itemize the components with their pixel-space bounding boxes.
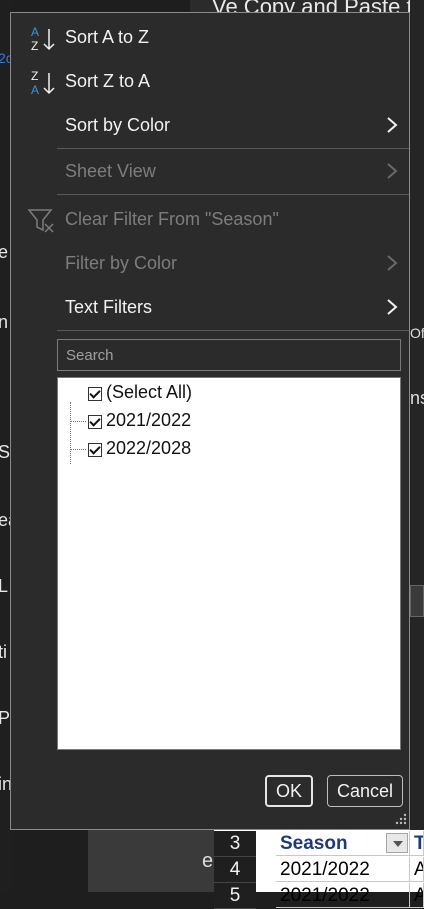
background-close-icon — [410, 585, 424, 617]
sort-z-to-a-label: Sort Z to A — [65, 71, 151, 91]
filter-dropdown-button[interactable] — [386, 833, 408, 853]
svg-text:Z: Z — [31, 69, 38, 83]
checkbox-checked[interactable] — [88, 415, 102, 429]
resize-grip-icon[interactable] — [395, 813, 407, 827]
chevron-right-icon — [387, 299, 398, 315]
background-text-fragment: e — [0, 242, 9, 262]
sort-a-to-z-label: Sort A to Z — [65, 27, 150, 47]
svg-text:A: A — [31, 83, 39, 97]
row-header: 5 — [214, 883, 256, 909]
tree-connector — [70, 421, 86, 422]
table-cell[interactable]: 2021/2022 — [276, 857, 410, 882]
sort-descending-icon: Z A — [31, 69, 55, 97]
row-header: 4 — [214, 857, 256, 883]
chevron-right-icon — [387, 255, 398, 271]
svg-text:Z: Z — [31, 39, 38, 53]
menu-separator — [57, 194, 409, 195]
filter-by-color-label: Filter by Color — [65, 253, 178, 273]
row-header: 3 — [214, 831, 256, 857]
tree-connector — [70, 449, 86, 450]
autofilter-menu: A Z Sort A to Z Z A Sort Z to A Sort by … — [10, 12, 410, 830]
clear-filter-item: Clear Filter From "Season" — [11, 199, 409, 239]
sheet-view-label: Sheet View — [65, 161, 156, 181]
ok-button[interactable]: OK — [265, 775, 313, 807]
background-text-fragment: S — [0, 442, 11, 462]
background-side-fragment: Off — [410, 325, 424, 341]
background-text-fragment: L — [0, 576, 9, 596]
filter-value-list: (Select All) 2021/2022 2022/2028 — [57, 377, 401, 750]
chevron-right-icon — [387, 163, 398, 179]
checkbox-checked[interactable] — [88, 387, 102, 401]
background-bottom-fragment: e — [202, 850, 214, 872]
table-cell[interactable]: A — [410, 883, 424, 908]
text-filters-label: Text Filters — [65, 297, 153, 317]
background-side-fragment-2: ns — [410, 388, 424, 408]
sort-ascending-icon: A Z — [31, 25, 55, 53]
tree-connector — [70, 402, 71, 464]
sort-a-to-z-item[interactable]: A Z Sort A to Z — [11, 17, 409, 57]
cancel-button[interactable]: Cancel — [327, 775, 403, 807]
sort-z-to-a-item[interactable]: Z A Sort Z to A — [11, 61, 409, 101]
clear-filter-icon — [27, 209, 54, 233]
filter-by-color-item: Filter by Color — [11, 243, 409, 283]
sort-by-color-label: Sort by Color — [65, 115, 171, 135]
background-right-strip — [410, 0, 424, 892]
table-cell[interactable]: 2021/2022 — [276, 883, 410, 908]
checkbox-checked[interactable] — [88, 443, 102, 457]
table-cell[interactable]: A — [410, 857, 424, 882]
sort-by-color-item[interactable]: Sort by Color — [11, 105, 409, 145]
svg-text:A: A — [31, 25, 39, 39]
text-filters-item[interactable]: Text Filters — [11, 287, 409, 327]
list-item-label: 2022/2028 — [106, 438, 192, 458]
sheet-view-item: Sheet View — [11, 151, 409, 191]
background-text-fragment: ti — [0, 642, 7, 662]
chevron-right-icon — [387, 117, 398, 133]
list-item-label: (Select All) — [106, 382, 193, 402]
list-item-label: 2021/2022 — [106, 410, 192, 430]
clear-filter-label: Clear Filter From "Season" — [65, 209, 279, 229]
background-text-fragment: n — [0, 312, 9, 332]
menu-separator — [57, 330, 409, 331]
table-header-cell[interactable]: T — [410, 831, 424, 856]
search-input[interactable] — [57, 339, 401, 371]
menu-separator — [57, 148, 409, 149]
